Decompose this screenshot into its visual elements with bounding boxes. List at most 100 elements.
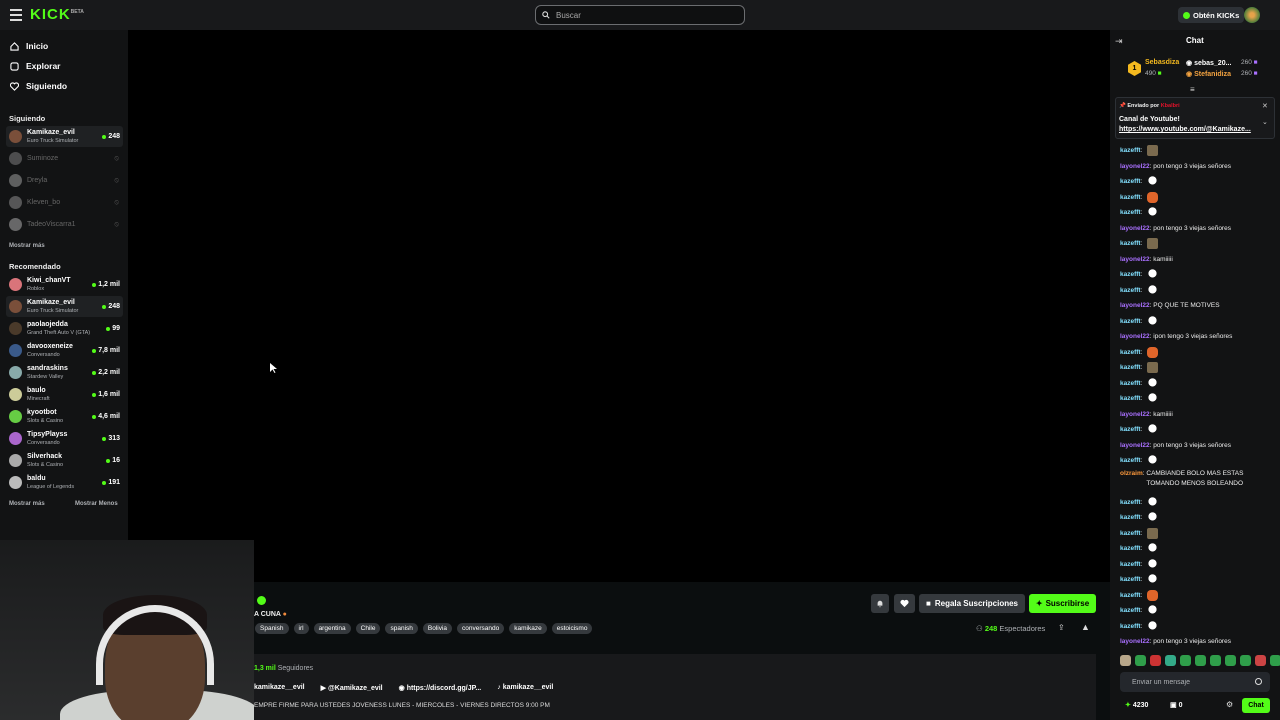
recommended-channel[interactable]: baulo Minecraft 1,6 mil [6, 384, 123, 405]
chat-username[interactable]: kazefft [1120, 143, 1141, 159]
emote-icon[interactable] [1135, 655, 1146, 666]
chat-username[interactable]: kazefft [1120, 422, 1141, 438]
chat-username[interactable]: kazefft [1120, 360, 1141, 376]
chat-username[interactable]: kazefft [1120, 572, 1141, 588]
emote-icon[interactable] [1210, 655, 1221, 666]
chat-username[interactable]: kazefft [1120, 619, 1141, 635]
chat-username[interactable]: layonel22 [1120, 329, 1150, 345]
chat-username[interactable]: kazefft [1120, 376, 1141, 392]
chat-input-box[interactable] [1120, 672, 1270, 692]
collapse-chat-icon[interactable]: ⇥ [1115, 36, 1123, 47]
leader-3-name[interactable]: ◉ Stefanidiza [1186, 70, 1231, 78]
subscribe-button[interactable]: ✦ Suscribirse [1029, 594, 1096, 613]
send-chat-button[interactable]: Chat [1242, 698, 1270, 713]
emote-icon[interactable] [1255, 655, 1266, 666]
show-more-following[interactable]: Mostrar más [9, 243, 45, 249]
recommended-channel[interactable]: Silverhack Slots & Casino 16 [6, 450, 123, 471]
kick-logo[interactable]: KICKBETA [30, 6, 84, 23]
recommended-channel[interactable]: sandraskins Stardew Valley 2,2 mil [6, 362, 123, 383]
chat-username[interactable]: kazefft [1120, 541, 1141, 557]
instagram-link[interactable]: kamikaze__evil [254, 684, 305, 692]
stream-tag[interactable]: spanish [385, 623, 418, 634]
discord-link[interactable]: ◉ https://discord.gg/JP... [399, 684, 482, 692]
chat-username[interactable]: kazefft [1120, 314, 1141, 330]
show-more-recommended[interactable]: Mostrar más [9, 501, 45, 507]
nav-explorar[interactable]: Explorar [10, 61, 61, 71]
chat-username[interactable]: layonel22 [1120, 438, 1150, 454]
gift-subs-button[interactable]: ■ Regala Suscripciones [919, 594, 1025, 613]
chat-username[interactable]: layonel22 [1120, 634, 1150, 650]
emote-icon[interactable] [1195, 655, 1206, 666]
stream-tag[interactable]: Bolivia [422, 623, 453, 634]
notification-button[interactable] [871, 594, 889, 613]
chat-username[interactable]: kazefft [1120, 603, 1141, 619]
emote-icon[interactable] [1120, 655, 1131, 666]
get-kicks-button[interactable]: Obtén KICKs [1178, 7, 1245, 23]
chat-username[interactable]: kazefft [1120, 283, 1141, 299]
emote-icon[interactable] [1240, 655, 1251, 666]
recommended-channel[interactable]: baldu League of Legends 191 [6, 472, 123, 493]
leader-1-name[interactable]: Sebasdiza [1145, 59, 1179, 66]
search-bar[interactable] [535, 5, 745, 25]
following-channel[interactable]: Dreyla ⦸ [6, 170, 123, 191]
tiktok-link[interactable]: ♪ kamikaze__evil [497, 684, 553, 692]
recommended-channel[interactable]: kyootbot Slots & Casino 4,6 mil [6, 406, 123, 427]
chat-username[interactable]: layonel22 [1120, 159, 1150, 175]
stream-tag[interactable]: kamikaze [509, 623, 547, 634]
follow-button[interactable] [894, 594, 915, 613]
stream-tag[interactable]: argentina [313, 623, 351, 634]
chevron-down-icon[interactable]: ⌄ [1262, 118, 1268, 126]
chat-username[interactable]: layonel22 [1120, 407, 1150, 423]
chat-username[interactable]: layonel22 [1120, 298, 1150, 314]
youtube-link[interactable]: ▶ @Kamikaze_evil [321, 684, 383, 692]
kick-points[interactable]: ✦ 4230 [1125, 701, 1148, 709]
leader-2-name[interactable]: ◉ sebas_20... [1186, 59, 1231, 67]
nav-siguiendo[interactable]: Siguiendo [10, 81, 67, 91]
recommended-channel[interactable]: paolaojedda Grand Theft Auto V (GTA) 99 [6, 318, 123, 339]
chat-username[interactable]: layonel22 [1120, 221, 1150, 237]
chat-username[interactable]: kazefft [1120, 495, 1141, 511]
chat-username[interactable]: kazefft [1120, 267, 1141, 283]
stream-tag[interactable]: Spanish [255, 623, 289, 634]
chat-username[interactable]: kazefft [1120, 557, 1141, 573]
emoji-icon[interactable] [1255, 678, 1262, 685]
chat-username[interactable]: kazefft [1120, 190, 1141, 206]
chat-username[interactable]: layonel22 [1120, 252, 1150, 268]
stream-tag[interactable]: conversando [457, 623, 505, 634]
video-player[interactable] [128, 30, 1110, 582]
gift-points[interactable]: ▣ 0 [1170, 701, 1182, 709]
emote-icon[interactable] [1150, 655, 1161, 666]
stream-tag[interactable]: estoicismo [551, 623, 593, 634]
chat-username[interactable]: kazefft [1120, 391, 1141, 407]
emote-icon[interactable] [1225, 655, 1236, 666]
chat-username[interactable]: kazefft [1120, 345, 1141, 361]
emote-icon[interactable] [1180, 655, 1191, 666]
chat-input[interactable] [1130, 677, 1250, 687]
emote-icon[interactable] [1270, 655, 1280, 666]
chat-username[interactable]: kazefft [1120, 174, 1141, 190]
chat-username[interactable]: kazefft [1120, 453, 1141, 469]
menu-icon[interactable] [10, 9, 22, 21]
following-channel[interactable]: Kleven_bo ⦸ [6, 192, 123, 213]
chat-username[interactable]: kazefft [1120, 526, 1141, 542]
chat-username[interactable]: kazefft [1120, 236, 1141, 252]
chat-username[interactable]: kazefft [1120, 205, 1141, 221]
report-icon[interactable]: ▲ [1081, 622, 1090, 632]
user-avatar[interactable] [1244, 7, 1260, 23]
gear-icon[interactable]: ⚙ [1226, 700, 1233, 709]
search-input[interactable] [554, 9, 734, 21]
nav-inicio[interactable]: Inicio [10, 41, 48, 51]
following-channel[interactable]: Kamikaze_evil Euro Truck Simulator 248 [6, 126, 123, 147]
chat-username[interactable]: olzraim [1120, 469, 1143, 479]
recommended-channel[interactable]: davooxeneize Conversando 7,8 mil [6, 340, 123, 361]
show-less-recommended[interactable]: Mostrar Menos [75, 501, 118, 507]
stream-tag[interactable]: irl [293, 623, 309, 634]
recommended-channel[interactable]: Kiwi_chanVT Roblox 1,2 mil [6, 274, 123, 295]
expand-leaderboard-icon[interactable]: ≡ [1190, 85, 1195, 94]
share-icon[interactable]: ⇪ [1058, 623, 1065, 632]
chat-username[interactable]: kazefft [1120, 588, 1141, 604]
unpin-icon[interactable]: ✕ [1262, 102, 1268, 110]
stream-tag[interactable]: Chile [355, 623, 381, 634]
recommended-channel[interactable]: TipsyPlayss Conversando 313 [6, 428, 123, 449]
emote-icon[interactable] [1165, 655, 1176, 666]
